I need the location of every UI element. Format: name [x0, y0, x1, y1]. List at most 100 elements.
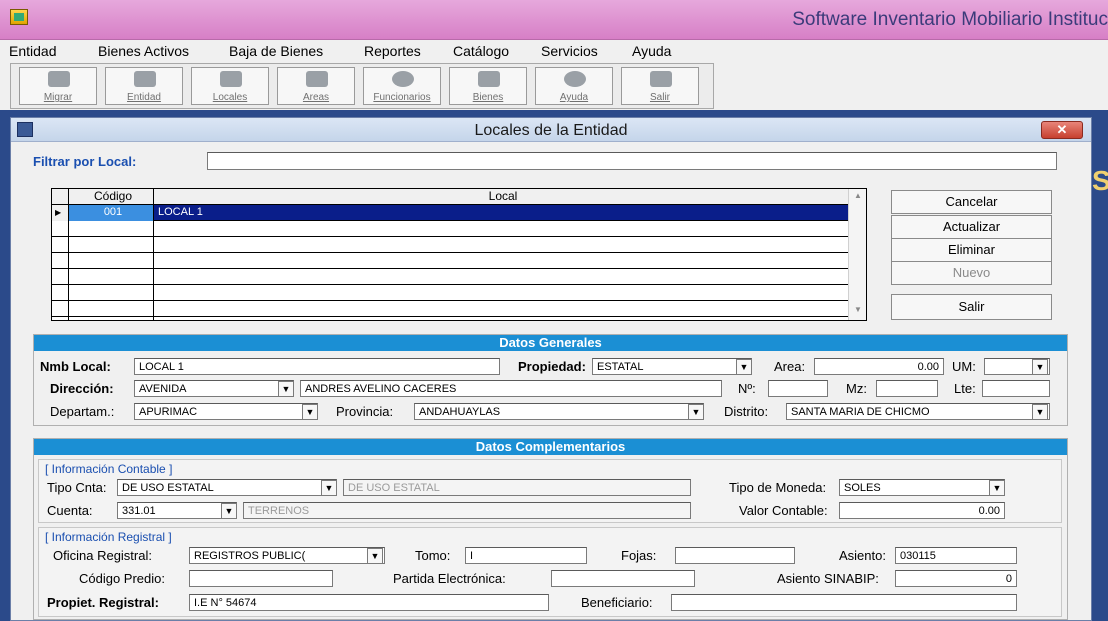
asiento-label: Asiento:: [839, 548, 886, 563]
chevron-down-icon[interactable]: ▼: [1032, 404, 1048, 420]
menu-entidad[interactable]: Entidad: [9, 43, 56, 59]
chevron-down-icon[interactable]: ▼: [367, 548, 383, 564]
entidad-icon: [134, 71, 156, 87]
asiento-sinabip-input[interactable]: 0: [895, 570, 1017, 587]
valor-contable-label: Valor Contable:: [739, 503, 828, 518]
grid-header: Código Local: [52, 189, 848, 205]
menu-catalogo[interactable]: Catálogo: [453, 43, 509, 59]
valor-contable-input[interactable]: 0.00: [839, 502, 1005, 519]
cancelar-button[interactable]: Cancelar: [891, 190, 1052, 214]
cuenta-label: Cuenta:: [47, 503, 93, 518]
locales-window: Locales de la Entidad ✕ Filtrar por Loca…: [10, 117, 1092, 621]
tipo-cnta-descripcion: DE USO ESTATAL: [343, 479, 691, 496]
table-row[interactable]: ▶ 001 LOCAL 1: [52, 205, 848, 221]
datos-complementarios-header: Datos Complementarios: [34, 439, 1067, 455]
table-row[interactable]: [52, 285, 848, 301]
funcionarios-icon: [392, 71, 414, 87]
nmb-local-label: Nmb Local:: [40, 359, 111, 374]
scroll-down-icon[interactable]: ▼: [854, 305, 862, 314]
bienes-icon: [478, 71, 500, 87]
toolbar-salir-button[interactable]: Salir: [621, 67, 699, 105]
oficina-registral-select[interactable]: REGISTROS PUBLIC(: [189, 547, 385, 564]
fojas-label: Fojas:: [621, 548, 657, 563]
tipo-cnta-label: Tipo Cnta:: [47, 480, 107, 495]
grid-vertical-scrollbar[interactable]: ▲ ▼: [848, 189, 866, 320]
chevron-down-icon[interactable]: ▼: [278, 381, 294, 397]
toolbar-entidad-button[interactable]: Entidad: [105, 67, 183, 105]
menu-baja-de-bienes[interactable]: Baja de Bienes: [229, 43, 323, 59]
table-row[interactable]: [52, 301, 848, 317]
chevron-down-icon[interactable]: ▼: [1032, 359, 1048, 375]
toolbar-bienes-button[interactable]: Bienes: [449, 67, 527, 105]
nmb-local-input[interactable]: LOCAL 1: [134, 358, 500, 375]
propiedad-select[interactable]: ESTATAL: [592, 358, 752, 375]
beneficiario-input[interactable]: [671, 594, 1017, 611]
actualizar-button[interactable]: Actualizar: [891, 215, 1052, 239]
locales-grid: Código Local ▶ 001 LOCAL 1 ▲ ▼: [51, 188, 867, 321]
menu-ayuda[interactable]: Ayuda: [632, 43, 671, 59]
table-row[interactable]: [52, 253, 848, 269]
direccion-nombre-input[interactable]: ANDRES AVELINO CACERES: [300, 380, 722, 397]
filter-label: Filtrar por Local:: [33, 154, 137, 169]
ayuda-icon: [564, 71, 586, 87]
chevron-down-icon[interactable]: ▼: [688, 404, 704, 420]
numero-input[interactable]: [768, 380, 828, 397]
table-row[interactable]: [52, 221, 848, 237]
propiet-registral-input[interactable]: I.E N° 54674: [189, 594, 549, 611]
area-input[interactable]: 0.00: [814, 358, 944, 375]
toolbar-ayuda-button[interactable]: Ayuda: [535, 67, 613, 105]
cell-codigo[interactable]: 001: [68, 205, 154, 221]
menu-bienes-activos[interactable]: Bienes Activos: [98, 43, 189, 59]
grid-header-local[interactable]: Local: [154, 189, 848, 205]
fojas-input[interactable]: [675, 547, 795, 564]
asiento-input[interactable]: 030115: [895, 547, 1017, 564]
chevron-down-icon[interactable]: ▼: [989, 480, 1005, 496]
datos-generales-section: Datos Generales Nmb Local: LOCAL 1 Propi…: [33, 334, 1068, 426]
datos-generales-header: Datos Generales: [34, 335, 1067, 351]
eliminar-button[interactable]: Eliminar: [891, 238, 1052, 262]
grid-divider: [153, 189, 154, 320]
cell-local[interactable]: LOCAL 1: [154, 205, 848, 221]
toolbar-locales-button[interactable]: Locales: [191, 67, 269, 105]
departamento-select[interactable]: APURIMAC: [134, 403, 318, 420]
chevron-down-icon[interactable]: ▼: [221, 503, 237, 519]
chevron-down-icon[interactable]: ▼: [302, 404, 318, 420]
um-label: UM:: [952, 359, 976, 374]
provincia-select[interactable]: ANDAHUAYLAS: [414, 403, 704, 420]
cuenta-descripcion: TERRENOS: [243, 502, 691, 519]
window-close-button[interactable]: ✕: [1041, 121, 1083, 139]
salir-button[interactable]: Salir: [891, 294, 1052, 320]
mz-input[interactable]: [876, 380, 938, 397]
tipo-cnta-select[interactable]: DE USO ESTATAL: [117, 479, 337, 496]
lte-input[interactable]: [982, 380, 1050, 397]
grid-header-codigo[interactable]: Código: [68, 189, 154, 205]
distrito-select[interactable]: SANTA MARIA DE CHICMO: [786, 403, 1050, 420]
table-row[interactable]: [52, 269, 848, 285]
area-label: Area:: [774, 359, 806, 374]
grid-divider: [68, 189, 69, 320]
toolbar-funcionarios-button[interactable]: Funcionarios: [363, 67, 441, 105]
nuevo-button[interactable]: Nuevo: [891, 261, 1052, 285]
chevron-down-icon[interactable]: ▼: [321, 480, 337, 496]
toolbar: Migrar Entidad Locales Areas Funcionario…: [10, 63, 714, 109]
filter-input[interactable]: [207, 152, 1057, 170]
direccion-tipo-select[interactable]: AVENIDA: [134, 380, 294, 397]
scroll-up-icon[interactable]: ▲: [854, 191, 862, 200]
toolbar-migrar-button[interactable]: Migrar: [19, 67, 97, 105]
chevron-down-icon[interactable]: ▼: [736, 359, 752, 375]
table-row[interactable]: [52, 237, 848, 253]
salir-icon: [650, 71, 672, 87]
partida-electronica-label: Partida Electrónica:: [393, 571, 506, 586]
menu-servicios[interactable]: Servicios: [541, 43, 598, 59]
cuenta-select[interactable]: 331.01: [117, 502, 237, 519]
partida-electronica-input[interactable]: [551, 570, 695, 587]
datos-complementarios-section: Datos Complementarios [ Información Cont…: [33, 438, 1068, 620]
toolbar-areas-button[interactable]: Areas: [277, 67, 355, 105]
tipo-moneda-select[interactable]: SOLES: [839, 479, 1005, 496]
areas-icon: [306, 71, 328, 87]
menu-reportes[interactable]: Reportes: [364, 43, 421, 59]
informacion-registral-group: [ Información Registral ] Oficina Regist…: [38, 527, 1062, 617]
tomo-input[interactable]: I: [465, 547, 587, 564]
codigo-predio-input[interactable]: [189, 570, 333, 587]
app-logo-icon: [10, 9, 28, 25]
